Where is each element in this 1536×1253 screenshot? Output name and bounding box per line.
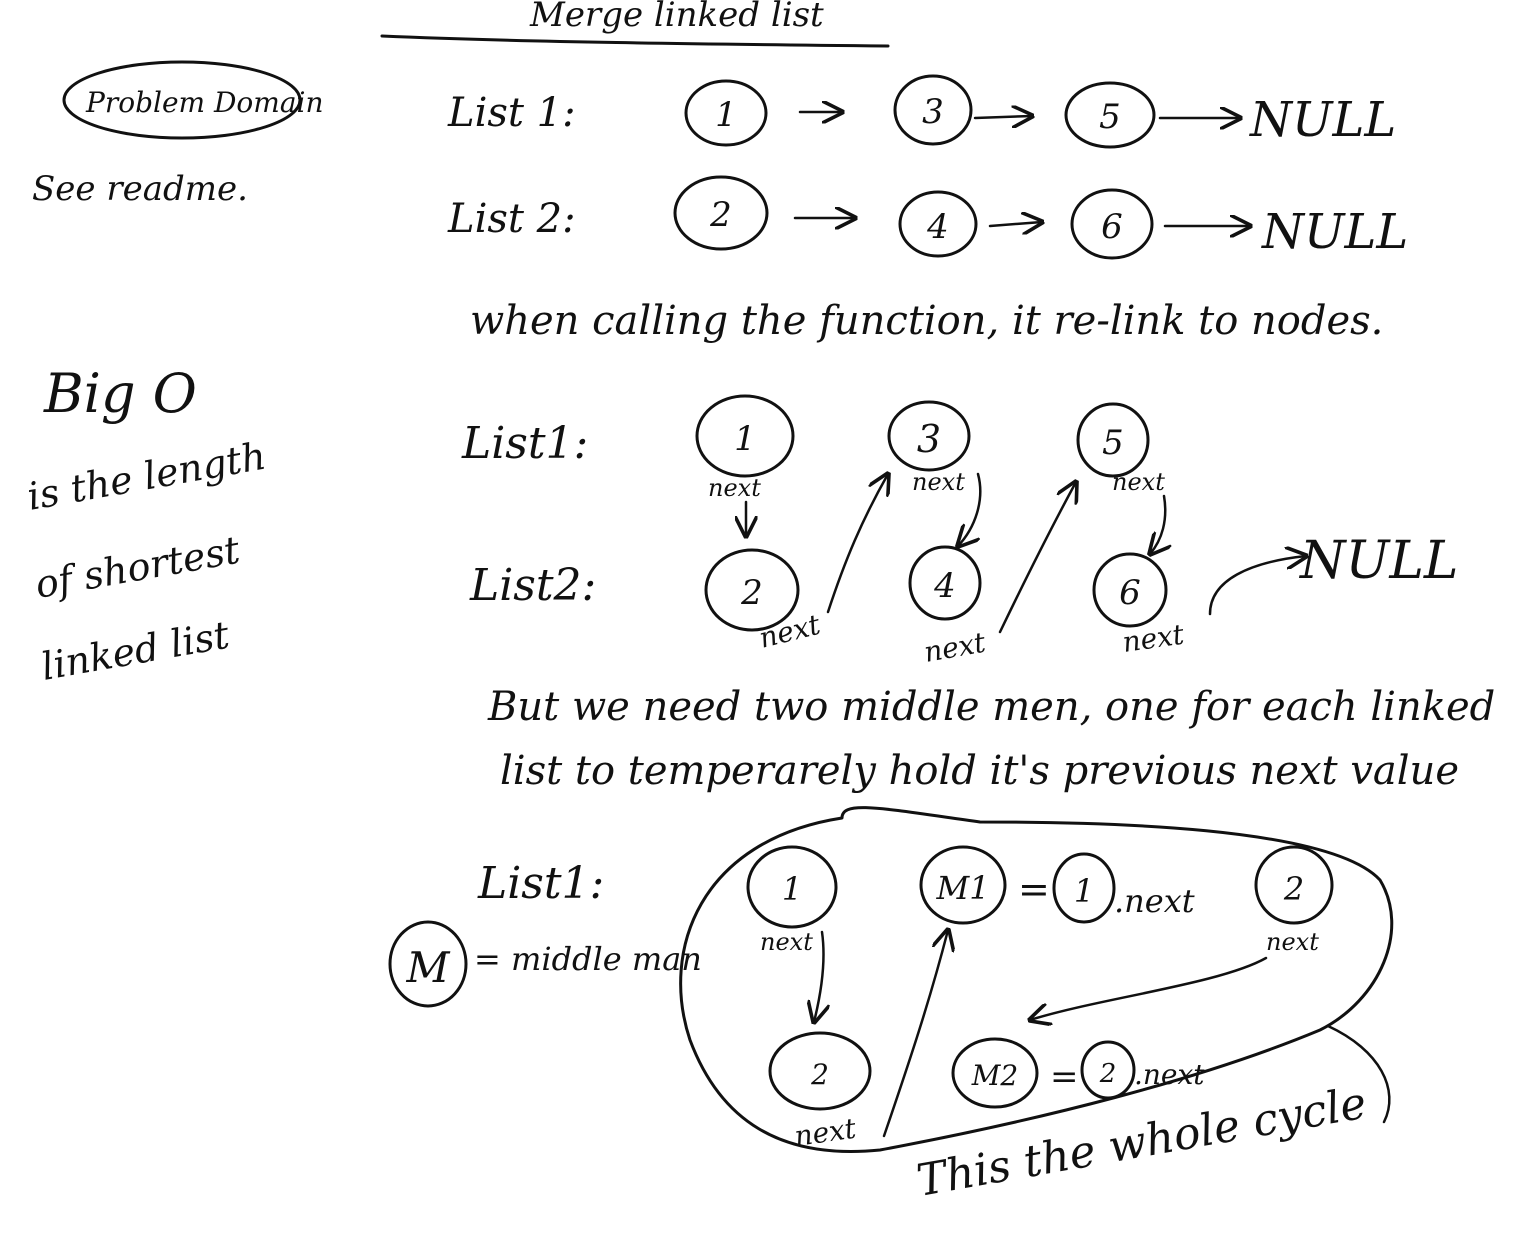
s3-node-2-bottom: 2 [768, 1031, 872, 1111]
s3-m2: M2 [951, 1037, 1039, 1109]
s1-list1-node: 5 [1064, 81, 1156, 149]
problem-domain-note: See readme. [32, 169, 248, 209]
svg-text:1: 1 [1074, 872, 1094, 910]
s2-list1-node: 5 [1076, 402, 1150, 478]
s2-next-label: next [912, 468, 965, 496]
s3-node-1: 1 [746, 845, 838, 929]
caption-middle-men-1: But we need two middle men, one for each… [487, 684, 1495, 730]
s2-next-label: next [921, 626, 988, 669]
s1-list2-node: 6 [1070, 188, 1154, 260]
section-initial-lists: List 1: List 2: 1 3 5 NULL 2 4 6 NULL [447, 74, 1408, 260]
svg-text:2: 2 [709, 195, 732, 235]
s2-null: NULL [1298, 531, 1458, 591]
svg-text:6: 6 [1101, 207, 1123, 247]
page-title: Merge linked list [529, 0, 824, 35]
cycle-caption: This the whole cycle [913, 1078, 1370, 1207]
s1-list2-label: List 2: [447, 196, 576, 242]
s3-m2-equals: = [1050, 1057, 1079, 1097]
whiteboard-sketch: Merge linked list Problem Domain See rea… [0, 0, 1536, 1248]
svg-text:.next: .next [1134, 1058, 1205, 1091]
s3-m2-value: 2 .next [1080, 1040, 1205, 1100]
s2-list2-node: 6 [1092, 552, 1168, 628]
sketch-canvas: Merge linked list Problem Domain See rea… [24, 0, 1495, 1207]
s2-next-label: next [1112, 468, 1165, 496]
svg-text:M1: M1 [935, 869, 989, 907]
s2-list2-node: 4 [908, 545, 982, 621]
s1-list1-label: List 1: [447, 90, 576, 136]
section-relinked: List1: List2: 1 3 5 2 4 6 next next next [461, 394, 1458, 669]
s2-next-label: next [708, 474, 761, 502]
big-o-line-2: of shortest [32, 528, 244, 607]
caption-middle-men-2: list to temperarely hold it's previous n… [500, 748, 1459, 794]
svg-text:2: 2 [810, 1058, 829, 1091]
svg-text:1: 1 [734, 419, 756, 459]
s3-next-label: next [1266, 928, 1319, 956]
svg-text:4: 4 [933, 566, 956, 606]
s2-next-label: next [756, 608, 825, 655]
s2-next-label: next [1120, 618, 1186, 659]
svg-text:2: 2 [740, 573, 763, 613]
svg-text:5: 5 [1102, 423, 1124, 463]
s1-list1-node: 1 [684, 79, 768, 147]
s3-m1-equals: = [1018, 867, 1050, 911]
s1-list1-node: 3 [893, 74, 973, 146]
s3-m1: M1 [919, 845, 1007, 925]
s3-m1-value: 1 .next [1052, 852, 1195, 924]
s2-list1-node: 1 [695, 394, 795, 478]
s2-list2-label: List2: [469, 560, 596, 611]
legend-text: = middle man [474, 940, 702, 978]
svg-text:5: 5 [1099, 97, 1121, 137]
svg-text:1: 1 [715, 95, 737, 135]
svg-text:M2: M2 [971, 1059, 1018, 1092]
s1-list2-node: 4 [898, 190, 978, 258]
s1-list2-null: NULL [1261, 204, 1408, 260]
section-middle-men: List1: M = middle man 1 M1 = 1 .next 2 n… [388, 806, 1394, 1207]
big-o-line-1: is the length [24, 434, 269, 519]
big-o-block: Big O is the length of shortest linked l… [24, 362, 269, 689]
svg-text:2: 2 [1283, 870, 1304, 908]
svg-text:.next: .next [1114, 882, 1195, 920]
s3-list1-label: List1: [477, 858, 604, 909]
big-o-line-3: linked list [38, 612, 233, 688]
s3-node-2-top: 2 [1254, 845, 1334, 925]
s1-list2-node: 2 [673, 175, 769, 251]
svg-text:M: M [405, 943, 450, 992]
s2-list1-label: List1: [461, 418, 588, 469]
problem-domain-block: Problem Domain See readme. [32, 60, 324, 209]
s3-next-label: next [760, 928, 813, 956]
svg-text:6: 6 [1119, 573, 1141, 613]
title-block: Merge linked list [380, 0, 890, 48]
big-o-heading: Big O [43, 362, 197, 425]
legend-middle-man: M = middle man [388, 920, 702, 1008]
svg-text:4: 4 [926, 207, 949, 247]
svg-text:2: 2 [1099, 1059, 1117, 1089]
svg-text:3: 3 [917, 417, 941, 461]
s2-list1-node: 3 [887, 400, 971, 472]
problem-domain-label: Problem Domain [85, 86, 324, 119]
s1-list1-null: NULL [1249, 92, 1396, 148]
caption-relink: when calling the function, it re-link to… [470, 298, 1383, 344]
s3-next-label: next [792, 1112, 858, 1153]
svg-text:1: 1 [782, 870, 802, 908]
svg-text:3: 3 [922, 92, 944, 132]
title-underline [380, 34, 890, 48]
